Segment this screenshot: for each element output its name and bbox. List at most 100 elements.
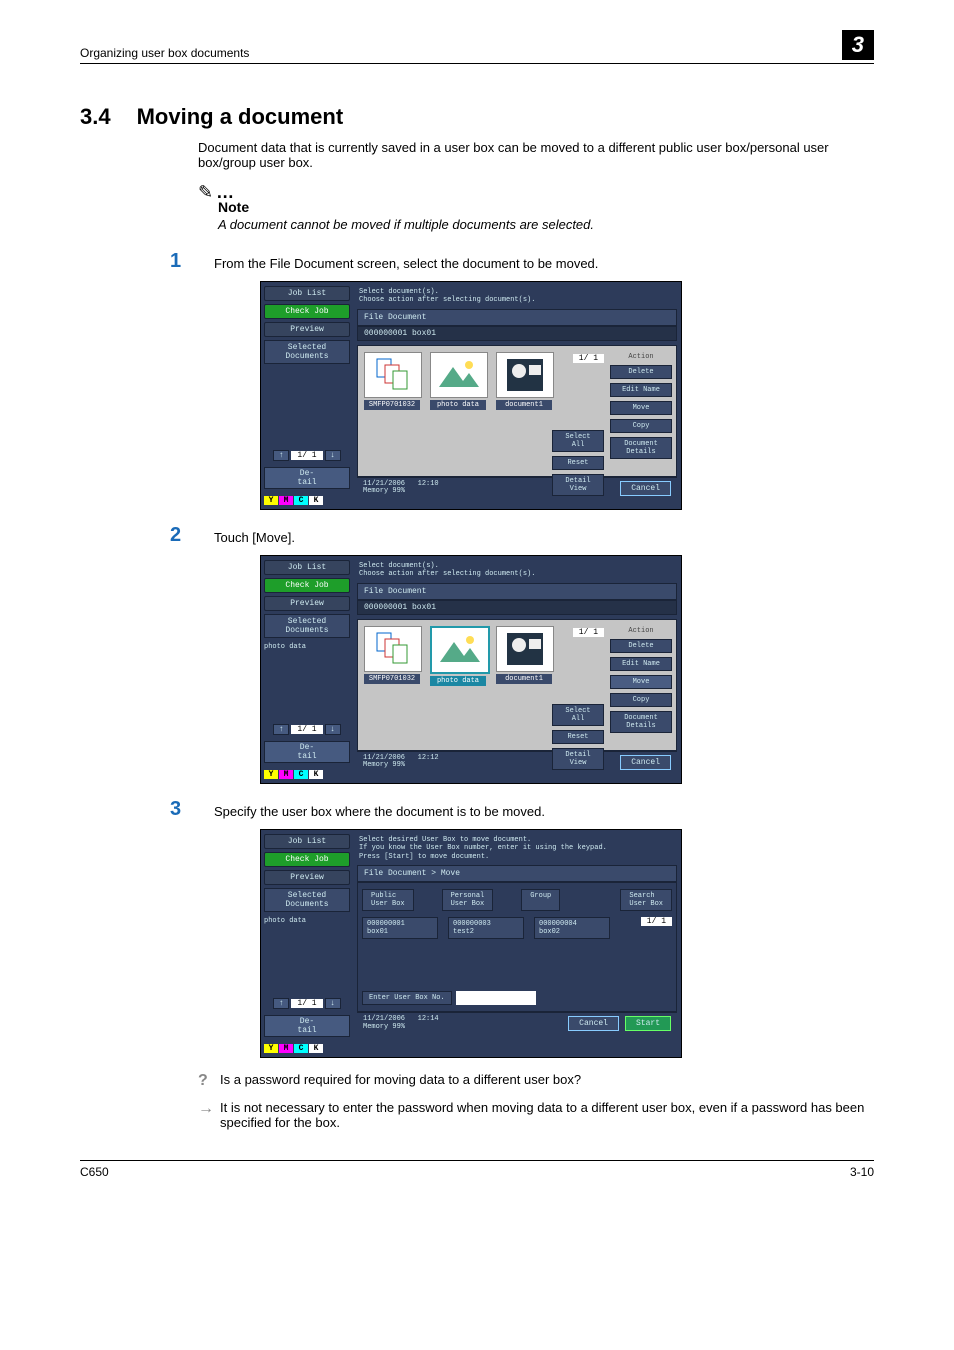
group-button[interactable]: Group — [521, 889, 560, 911]
selected-list — [264, 367, 350, 447]
step-number: 3 — [170, 798, 188, 821]
search-userbox-button[interactable]: Search User Box — [620, 889, 672, 911]
page-indicator: 1/ 1 — [573, 354, 604, 363]
chapter-number: 3 — [842, 30, 874, 60]
file-document-tab[interactable]: File Document — [357, 583, 677, 600]
select-all-button[interactable]: Select All — [552, 704, 604, 726]
instruction-text: Select document(s). Choose action after … — [357, 560, 677, 583]
screenshot-file-document-2: Job List Check Job Preview Selected Docu… — [260, 555, 682, 784]
thumb-item-selected[interactable]: photo data — [430, 626, 486, 686]
pager-down[interactable]: ↓ — [325, 724, 341, 735]
step-text: Specify the user box where the document … — [214, 798, 545, 821]
document-details-button[interactable]: Document Details — [610, 437, 672, 459]
job-list-button[interactable]: Job List — [264, 560, 350, 575]
move-button[interactable]: Move — [610, 675, 672, 689]
preview-button[interactable]: Preview — [264, 596, 350, 611]
step-text: From the File Document screen, select th… — [214, 250, 598, 273]
footer-right: 3-10 — [850, 1165, 874, 1179]
detail-view-button[interactable]: Detail View — [552, 748, 604, 770]
thumb-label: document1 — [496, 400, 552, 410]
job-list-button[interactable]: Job List — [264, 834, 350, 849]
intro-text: Document data that is currently saved in… — [198, 140, 874, 170]
toner-indicator: Y M C K — [264, 770, 350, 779]
box-button[interactable]: 000000003 test2 — [448, 917, 524, 939]
selected-documents-label: Selected Documents — [264, 888, 350, 912]
pager-down[interactable]: ↓ — [325, 998, 341, 1009]
preview-button[interactable]: Preview — [264, 322, 350, 337]
qa-answer: It is not necessary to enter the passwor… — [220, 1100, 874, 1130]
pager-down[interactable]: ↓ — [325, 450, 341, 461]
public-userbox-button[interactable]: Public User Box — [362, 889, 414, 911]
detail-button[interactable]: De- tail — [264, 1015, 350, 1037]
page-indicator: 1/ 1 — [573, 628, 604, 637]
instruction-text: Select document(s). Choose action after … — [357, 286, 677, 309]
copy-button[interactable]: Copy — [610, 419, 672, 433]
edit-name-button[interactable]: Edit Name — [610, 657, 672, 671]
detail-button[interactable]: De- tail — [264, 741, 350, 763]
arrow-icon: → — [198, 1100, 210, 1130]
selected-documents-label: Selected Documents — [264, 614, 350, 638]
copy-button[interactable]: Copy — [610, 693, 672, 707]
note-label: Note — [218, 199, 874, 215]
delete-button[interactable]: Delete — [610, 639, 672, 653]
reset-button[interactable]: Reset — [552, 456, 604, 470]
file-document-move-tab[interactable]: File Document > Move — [357, 865, 677, 882]
thumb-item[interactable]: document1 — [496, 352, 552, 410]
memory: Memory 99% — [363, 487, 405, 495]
selected-list: photo data — [264, 641, 350, 721]
edit-name-button[interactable]: Edit Name — [610, 383, 672, 397]
screenshot-file-document-1: Job List Check Job Preview Selected Docu… — [260, 281, 682, 510]
memory: Memory 99% — [363, 761, 405, 769]
thumb-item[interactable]: SMFP0701032 — [364, 352, 420, 410]
document-details-button[interactable]: Document Details — [610, 711, 672, 733]
selected-documents-label: Selected Documents — [264, 340, 350, 364]
file-document-tab[interactable]: File Document — [357, 309, 677, 326]
question-icon: ? — [198, 1072, 210, 1090]
box-path: 000000001 box01 — [357, 600, 677, 615]
time: 12:12 — [418, 754, 439, 762]
delete-button[interactable]: Delete — [610, 365, 672, 379]
cancel-button[interactable]: Cancel — [620, 755, 671, 770]
thumb-label: SMFP0701032 — [364, 674, 420, 684]
pager-value: 1/ 1 — [291, 725, 322, 734]
check-job-button[interactable]: Check Job — [264, 578, 350, 593]
select-all-button[interactable]: Select All — [552, 430, 604, 452]
cancel-button[interactable]: Cancel — [620, 481, 671, 496]
thumb-item[interactable]: photo data — [430, 352, 486, 410]
thumb-item[interactable]: document1 — [496, 626, 552, 686]
note-text: A document cannot be moved if multiple d… — [218, 217, 874, 232]
time: 12:14 — [418, 1015, 439, 1023]
thumb-label: SMFP0701032 — [364, 400, 420, 410]
pager-up[interactable]: ↑ — [273, 724, 289, 735]
job-list-button[interactable]: Job List — [264, 286, 350, 301]
thumb-label: document1 — [496, 674, 552, 684]
box-button[interactable]: 000000004 box02 — [534, 917, 610, 939]
preview-button[interactable]: Preview — [264, 870, 350, 885]
breadcrumb: Organizing user box documents — [80, 46, 249, 60]
footer-left: C650 — [80, 1165, 109, 1179]
detail-view-button[interactable]: Detail View — [552, 474, 604, 496]
section-title: Moving a document — [137, 104, 344, 130]
box-button[interactable]: 000000001 box01 — [362, 917, 438, 939]
personal-userbox-button[interactable]: Personal User Box — [442, 889, 494, 911]
pager-up[interactable]: ↑ — [273, 998, 289, 1009]
move-button[interactable]: Move — [610, 401, 672, 415]
step-text: Touch [Move]. — [214, 524, 295, 547]
thumb-item[interactable]: SMFP0701032 — [364, 626, 420, 686]
action-label: Action — [610, 350, 672, 361]
detail-button[interactable]: De- tail — [264, 467, 350, 489]
pager-value: 1/ 1 — [291, 451, 322, 460]
selected-list: photo data — [264, 915, 350, 995]
note-icon: ✎ — [198, 182, 213, 202]
pager-up[interactable]: ↑ — [273, 450, 289, 461]
check-job-button[interactable]: Check Job — [264, 852, 350, 867]
action-label: Action — [610, 624, 672, 635]
start-button[interactable]: Start — [625, 1016, 671, 1031]
page-indicator: 1/ 1 — [641, 917, 672, 926]
reset-button[interactable]: Reset — [552, 730, 604, 744]
instruction-text: Select desired User Box to move document… — [357, 834, 677, 865]
box-path: 000000001 box01 — [357, 326, 677, 341]
check-job-button[interactable]: Check Job — [264, 304, 350, 319]
userbox-number-input[interactable] — [456, 991, 536, 1005]
cancel-button[interactable]: Cancel — [568, 1016, 619, 1031]
